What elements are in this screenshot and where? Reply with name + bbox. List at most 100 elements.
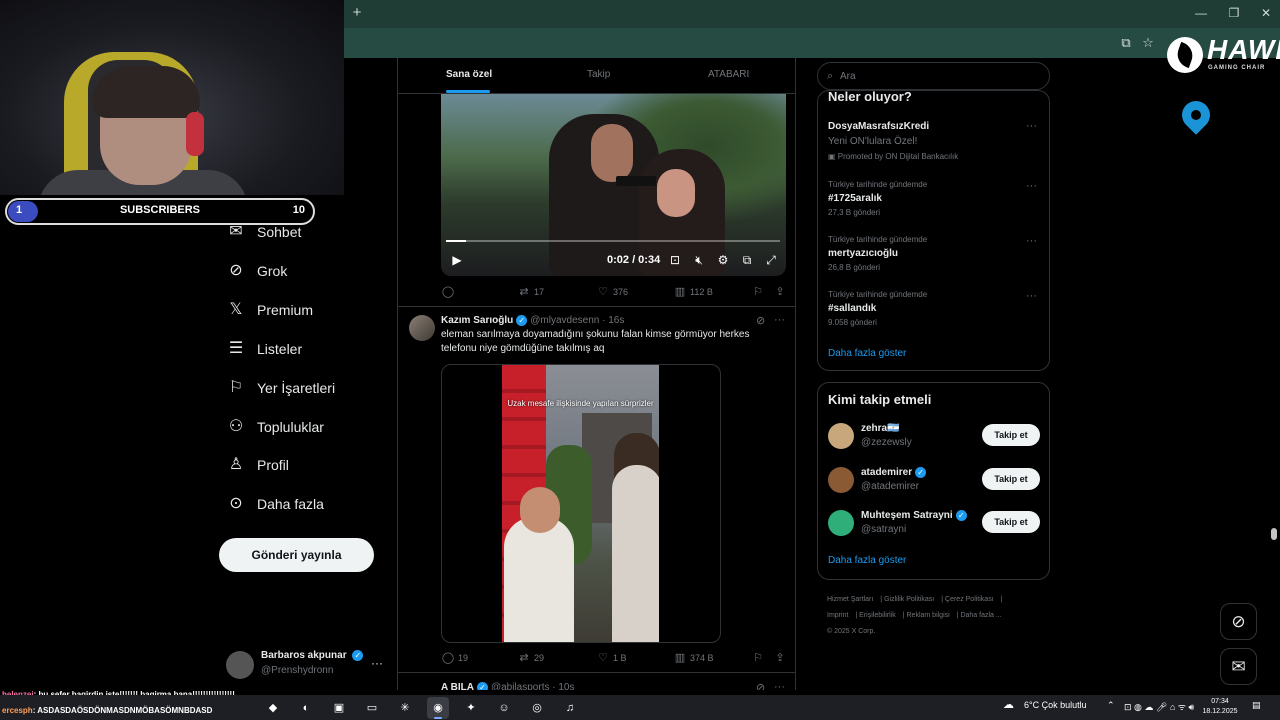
footer-link[interactable]: Hizmet Şartları bbox=[827, 596, 873, 603]
repost-button[interactable]: ⇄ 29 bbox=[517, 651, 544, 665]
account-switcher[interactable]: Barbaros akpunar ✓ @Prenshydronn ··· bbox=[226, 648, 386, 682]
tweet2-video[interactable]: Uzak mesafe ilişkisinde yapılan sürprizl… bbox=[441, 364, 721, 643]
more-icon[interactable]: ··· bbox=[1026, 235, 1037, 247]
footer-link[interactable]: Çerez Politikası bbox=[945, 596, 994, 603]
suggestion-name: atademirer bbox=[861, 467, 913, 478]
sidebar-item-premium[interactable]: 𝕏 Premium bbox=[226, 296, 313, 324]
follow-button[interactable]: Takip et bbox=[982, 424, 1040, 446]
bookmark-button[interactable]: ⚐ bbox=[751, 285, 768, 299]
sidebar-item-daha-fazla[interactable]: ⊙ Daha fazla bbox=[226, 490, 324, 518]
account-name: Barbaros akpunar bbox=[261, 650, 347, 661]
more-icon[interactable]: ··· bbox=[774, 681, 785, 690]
tab-sana-ozel[interactable]: Sana özel bbox=[446, 69, 492, 80]
search-input[interactable]: ⌕ Ara bbox=[817, 62, 1050, 90]
new-tab-icon[interactable]: + bbox=[348, 4, 366, 22]
chrome-icon[interactable]: ◉ bbox=[427, 697, 449, 719]
grok-icon[interactable]: ⊘ bbox=[756, 681, 765, 690]
maximize-button[interactable]: ❐ bbox=[1223, 4, 1245, 22]
minimize-button[interactable]: — bbox=[1190, 4, 1212, 22]
footer-link[interactable]: Gizlilik Politikası bbox=[884, 596, 934, 603]
bookmark-star-icon[interactable]: ☆ bbox=[1139, 34, 1157, 52]
grok-fab-button[interactable]: ⊘ bbox=[1220, 603, 1257, 640]
obs-icon[interactable]: ◎ bbox=[526, 697, 548, 719]
more-icon[interactable]: ··· bbox=[1026, 290, 1037, 302]
brand-tagline: GAMING CHAIR bbox=[1208, 65, 1266, 71]
tweet-author-handle[interactable]: @abilasports · 10s bbox=[491, 682, 575, 690]
chevron-up-icon[interactable]: ⌃ bbox=[1107, 700, 1115, 711]
footer-link[interactable]: Reklam bilgisi bbox=[907, 612, 950, 619]
follow-button[interactable]: Takip et bbox=[982, 468, 1040, 490]
tab-atabari[interactable]: ATABARI bbox=[708, 69, 749, 80]
views-button[interactable]: ▥ 374 B bbox=[673, 651, 714, 665]
avatar[interactable] bbox=[409, 315, 435, 341]
close-window-button[interactable]: ✕ bbox=[1255, 4, 1277, 22]
trend-name[interactable]: mertyazıcıoğlu bbox=[828, 248, 898, 259]
who-to-follow-card: Kimi takip etmeli zehra🇦🇷 @zezewsly Taki… bbox=[817, 382, 1050, 580]
footer-link[interactable]: Imprint bbox=[827, 612, 848, 619]
follow-button[interactable]: Takip et bbox=[982, 511, 1040, 533]
weather-text[interactable]: 6°C Çok bulutlu bbox=[1024, 700, 1087, 710]
follow-suggestion[interactable]: zehra🇦🇷 @zezewsly Takip et bbox=[828, 421, 1040, 451]
sidebar-item-grok[interactable]: ⊘ Grok bbox=[226, 257, 287, 285]
share-button[interactable]: ⇪ bbox=[773, 285, 790, 299]
app-icon[interactable]: ✦ bbox=[460, 697, 482, 719]
trend-name[interactable]: DosyaMasrafsızKredi bbox=[828, 121, 929, 132]
tweet-author-name[interactable]: A BILA bbox=[441, 682, 474, 690]
captions-icon[interactable]: ⊡ bbox=[667, 252, 683, 268]
verified-badge-icon: ✓ bbox=[352, 650, 364, 661]
tweet2-header: Kazım Sarıoğlu ✓ @mlyavdesenn · 16s bbox=[441, 315, 624, 326]
mute-icon[interactable]: 🔇︎ bbox=[691, 252, 707, 268]
post-button[interactable]: Gönderi yayınla bbox=[219, 538, 374, 572]
sidebar-item-topluluklar[interactable]: ⚇ Topluluklar bbox=[226, 413, 324, 441]
video-progress-bar[interactable] bbox=[446, 240, 780, 242]
pip-icon[interactable]: ⧉ bbox=[739, 252, 755, 268]
sidebar-item-sohbet[interactable]: ✉ Sohbet bbox=[226, 218, 301, 246]
sidebar-item-profil[interactable]: ♙ Profil bbox=[226, 451, 289, 479]
weather-icon[interactable]: ☁ bbox=[1003, 698, 1014, 711]
tab-takip[interactable]: Takip bbox=[587, 69, 610, 80]
tweet1-video[interactable]: ▶ 0:02 / 0:34 ⊡ 🔇︎ ⚙ ⧉ ⤢ bbox=[441, 94, 786, 276]
app-icon[interactable]: ▣ bbox=[328, 697, 350, 719]
trend-name[interactable]: #1725aralık bbox=[828, 193, 882, 204]
like-button[interactable]: ♡ 1 B bbox=[596, 651, 626, 665]
grok-icon[interactable]: ⊘ bbox=[756, 314, 765, 327]
app-icon[interactable]: ✳ bbox=[394, 697, 416, 719]
messages-fab-button[interactable]: ✉ bbox=[1220, 648, 1257, 685]
page-scrollbar[interactable] bbox=[1271, 528, 1277, 540]
file-explorer-icon[interactable]: ▭ bbox=[361, 697, 383, 719]
reply-button[interactable]: ◯ 19 bbox=[441, 651, 468, 665]
discord-icon[interactable]: ☺ bbox=[493, 697, 515, 719]
spotify-icon[interactable]: ♫ bbox=[559, 697, 581, 719]
more-icon[interactable]: ··· bbox=[371, 656, 383, 670]
follow-suggestion[interactable]: Muhteşem Satrayni ✓ @satrayni Takip et bbox=[828, 508, 1040, 538]
fullscreen-icon[interactable]: ⤢ bbox=[763, 252, 779, 268]
more-icon[interactable]: ··· bbox=[774, 314, 785, 326]
play-icon[interactable]: ▶ bbox=[449, 252, 465, 268]
settings-gear-icon[interactable]: ⚙ bbox=[715, 252, 731, 268]
more-icon[interactable]: ··· bbox=[1026, 180, 1037, 192]
footer-link[interactable]: Erişilebilirlik bbox=[859, 612, 896, 619]
follow-suggestion[interactable]: atademirer ✓ @atademirer Takip et bbox=[828, 465, 1040, 495]
copilot-icon[interactable]: ◆ bbox=[262, 697, 284, 719]
sidebar-item-yer-isaretleri[interactable]: ⚐ Yer İşaretleri bbox=[226, 374, 335, 402]
sidebar-item-listeler[interactable]: ☰ Listeler bbox=[226, 335, 302, 363]
footer-link[interactable]: Daha fazla ... bbox=[960, 612, 1001, 619]
tweet-author-handle[interactable]: @mlyavdesenn · 16s bbox=[530, 315, 624, 326]
more-icon[interactable]: ··· bbox=[1026, 120, 1037, 132]
reply-button[interactable]: ◯ bbox=[441, 285, 458, 299]
like-button[interactable]: ♡ 376 bbox=[596, 285, 628, 299]
show-more-link[interactable]: Daha fazla göster bbox=[828, 555, 906, 566]
edge-icon[interactable]: ◐ bbox=[295, 697, 317, 719]
timeline: ▶ 0:02 / 0:34 ⊡ 🔇︎ ⚙ ⧉ ⤢ Sana özel Takip… bbox=[397, 58, 796, 690]
notifications-icon[interactable]: ▤ bbox=[1252, 700, 1261, 711]
trend-name[interactable]: #sallandık bbox=[828, 303, 876, 314]
install-app-icon[interactable]: ⧉ bbox=[1117, 34, 1135, 52]
repost-button[interactable]: ⇄ 17 bbox=[517, 285, 544, 299]
show-more-link[interactable]: Daha fazla göster bbox=[828, 348, 906, 359]
tray-icons[interactable]: ⊡ ◍ ☁ 🎤︎ ⌂ ᯤ 🔊︎ bbox=[1124, 700, 1194, 713]
bookmark-button[interactable]: ⚐ bbox=[751, 651, 768, 665]
system-clock[interactable]: 07:34 18.12.2025 bbox=[1200, 697, 1240, 717]
share-button[interactable]: ⇪ bbox=[773, 651, 790, 665]
views-button[interactable]: ▥ 112 B bbox=[673, 285, 713, 299]
tweet-author-name[interactable]: Kazım Sarıoğlu bbox=[441, 315, 513, 326]
